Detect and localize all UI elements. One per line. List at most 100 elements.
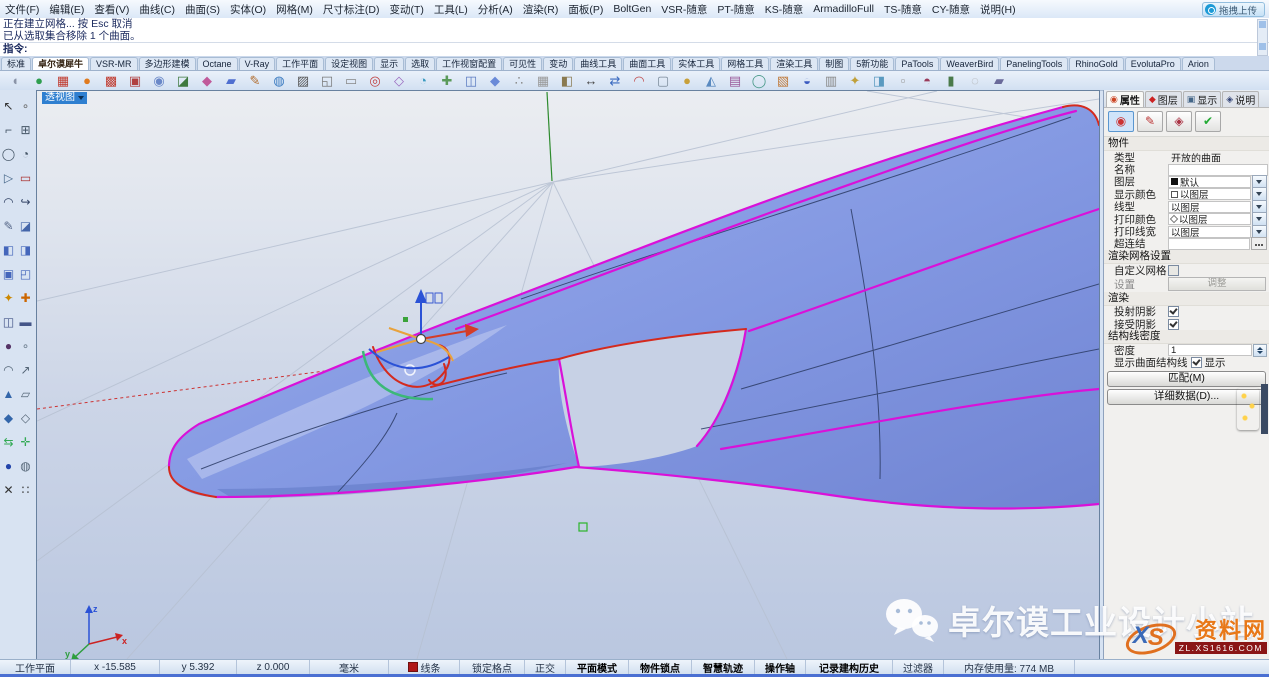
tool-button-icon[interactable]: ∘ bbox=[17, 334, 34, 358]
perspective-viewport[interactable]: 透视图 bbox=[36, 90, 1100, 660]
tool-button-icon[interactable]: ◪ bbox=[17, 214, 34, 238]
panel-tab[interactable]: ◉ 属性 bbox=[1106, 91, 1144, 107]
tool-button-icon[interactable]: ◇ bbox=[17, 406, 34, 430]
toolbar-button-icon[interactable]: ▢ bbox=[651, 72, 675, 89]
toolbar-button-icon[interactable]: ◓ bbox=[915, 72, 939, 89]
toolbar-button-icon[interactable]: ◆ bbox=[195, 72, 219, 89]
tool-button-icon[interactable]: ● bbox=[0, 454, 17, 478]
custom-mesh-checkbox[interactable] bbox=[1168, 265, 1179, 276]
menu-item[interactable]: 分析(A) bbox=[473, 2, 518, 17]
status-field[interactable]: 操作轴 bbox=[755, 660, 806, 674]
status-field[interactable]: 锁定格点 bbox=[460, 660, 525, 674]
tool-button-icon[interactable]: ◧ bbox=[0, 238, 17, 262]
tool-button-icon[interactable]: ◰ bbox=[17, 262, 34, 286]
property-value[interactable] bbox=[1168, 238, 1250, 250]
status-field[interactable]: 智慧轨迹 bbox=[692, 660, 755, 674]
toolbar-button-icon[interactable]: ◯ bbox=[747, 72, 771, 89]
toolbar-button-icon[interactable]: ▩ bbox=[99, 72, 123, 89]
menu-item[interactable]: VSR-随意 bbox=[656, 2, 712, 17]
tool-button-icon[interactable]: ↪ bbox=[17, 190, 34, 214]
tool-button-icon[interactable]: ⊞ bbox=[17, 118, 34, 142]
toolbar-button-icon[interactable]: ✦ bbox=[843, 72, 867, 89]
toolbar-button-icon[interactable]: ∴ bbox=[507, 72, 531, 89]
toolbar-button-icon[interactable]: ◱ bbox=[315, 72, 339, 89]
ellipsis-button[interactable] bbox=[1251, 237, 1267, 250]
toolbar-tab[interactable]: 制图 bbox=[819, 57, 849, 70]
toolbar-button-icon[interactable]: ◍ bbox=[267, 72, 291, 89]
menu-item[interactable]: 说明(H) bbox=[975, 2, 1021, 17]
promo-gift-icon[interactable] bbox=[1237, 388, 1259, 430]
toolbar-button-icon[interactable]: ▨ bbox=[291, 72, 315, 89]
toolbar-tab[interactable]: V-Ray bbox=[239, 57, 276, 70]
toolbar-tab[interactable]: PanelingTools bbox=[1000, 57, 1068, 70]
toolbar-tab[interactable]: Arion bbox=[1182, 57, 1215, 70]
status-field[interactable]: 内存使用量: 774 MB bbox=[944, 660, 1075, 674]
density-stepper[interactable] bbox=[1253, 344, 1267, 357]
tool-button-icon[interactable]: ▬ bbox=[17, 310, 34, 334]
toolbar-tab[interactable]: 曲面工具 bbox=[623, 57, 671, 70]
toolbar-button-icon[interactable]: ✎ bbox=[243, 72, 267, 89]
toolbar-button-icon[interactable]: ◎ bbox=[363, 72, 387, 89]
tool-button-icon[interactable]: ◠ bbox=[0, 190, 17, 214]
tool-button-icon[interactable]: ▭ bbox=[17, 166, 34, 190]
tool-button-icon[interactable]: ✚ bbox=[17, 286, 34, 310]
menu-item[interactable]: BoltGen bbox=[608, 3, 656, 15]
toolbar-button-icon[interactable]: ◒ bbox=[795, 72, 819, 89]
toolbar-button-icon[interactable]: ✚ bbox=[435, 72, 459, 89]
toolbar-button-icon[interactable]: ↔ bbox=[579, 72, 603, 89]
menu-item[interactable]: 尺寸标注(D) bbox=[318, 2, 385, 17]
tool-button-icon[interactable]: ◆ bbox=[0, 406, 17, 430]
toolbar-button-icon[interactable]: ◇ bbox=[387, 72, 411, 89]
status-field[interactable]: y 5.392 bbox=[160, 660, 237, 674]
tool-button-icon[interactable]: ∘ bbox=[17, 94, 34, 118]
status-field[interactable]: 线条 bbox=[389, 660, 460, 674]
toolbar-button-icon[interactable]: ◔ bbox=[411, 72, 435, 89]
menu-item[interactable]: 变动(T) bbox=[385, 2, 429, 17]
toolbar-tab[interactable]: 工作平面 bbox=[276, 57, 324, 70]
toolbar-button-icon[interactable]: ◆ bbox=[483, 72, 507, 89]
tool-button-icon[interactable]: ◠ bbox=[0, 358, 17, 382]
status-field[interactable]: 正交 bbox=[525, 660, 566, 674]
property-value[interactable]: 以图层 bbox=[1168, 213, 1251, 225]
tool-button-icon[interactable]: ▷ bbox=[0, 166, 17, 190]
tool-button-icon[interactable]: ∷ bbox=[17, 478, 34, 502]
menu-item[interactable]: 曲线(C) bbox=[134, 2, 180, 17]
tool-button-icon[interactable]: ▣ bbox=[0, 262, 17, 286]
toolbar-button-icon[interactable]: ◠ bbox=[627, 72, 651, 89]
panel-tool-button[interactable]: ✔ bbox=[1195, 111, 1221, 132]
tool-button-icon[interactable]: ◯ bbox=[0, 142, 17, 166]
panel-tab[interactable]: ◈ 说明 bbox=[1222, 91, 1259, 107]
menu-item[interactable]: 实体(O) bbox=[225, 2, 271, 17]
toolbar-tab[interactable]: 渲染工具 bbox=[770, 57, 818, 70]
menu-item[interactable]: 查看(V) bbox=[89, 2, 134, 17]
menu-item[interactable]: 文件(F) bbox=[0, 2, 44, 17]
property-value[interactable] bbox=[1168, 164, 1268, 176]
status-field[interactable]: z 0.000 bbox=[237, 660, 310, 674]
toolbar-tab[interactable]: 多边形建模 bbox=[139, 57, 196, 70]
tool-button-icon[interactable]: ◍ bbox=[17, 454, 34, 478]
status-field[interactable]: 毫米 bbox=[310, 660, 389, 674]
dropdown-arrow-icon[interactable] bbox=[1252, 225, 1267, 239]
status-field[interactable]: 过滤器 bbox=[893, 660, 944, 674]
toolbar-tab[interactable]: 实体工具 bbox=[672, 57, 720, 70]
tool-button-icon[interactable]: ▱ bbox=[17, 382, 34, 406]
status-field[interactable]: 平面模式 bbox=[566, 660, 629, 674]
tool-button-icon[interactable]: ✕ bbox=[0, 478, 17, 502]
show-isocurves-checkbox[interactable] bbox=[1191, 357, 1202, 368]
toolbar-button-icon[interactable]: ▰ bbox=[219, 72, 243, 89]
tool-button-icon[interactable]: ✎ bbox=[0, 214, 17, 238]
property-value[interactable]: 以图层 bbox=[1168, 188, 1251, 200]
tool-button-icon[interactable]: ◫ bbox=[0, 310, 17, 334]
toolbar-tab[interactable]: Octane bbox=[197, 57, 238, 70]
tool-button-icon[interactable]: ↗ bbox=[17, 358, 34, 382]
toolbar-tab[interactable]: RhinoGold bbox=[1069, 57, 1124, 70]
toolbar-button-icon[interactable]: ▤ bbox=[723, 72, 747, 89]
viewport-title-tab[interactable]: 透视图 bbox=[42, 92, 87, 104]
tool-button-icon[interactable]: ✛ bbox=[17, 430, 34, 454]
toolbar-tab[interactable]: 网格工具 bbox=[721, 57, 769, 70]
menu-item[interactable]: 渲染(R) bbox=[518, 2, 564, 17]
menu-item[interactable]: 网格(M) bbox=[271, 2, 318, 17]
panel-tab[interactable]: ◆ 图层 bbox=[1145, 91, 1182, 107]
toolbar-button-icon[interactable]: ● bbox=[75, 72, 99, 89]
toolbar-button-icon[interactable]: ▥ bbox=[819, 72, 843, 89]
